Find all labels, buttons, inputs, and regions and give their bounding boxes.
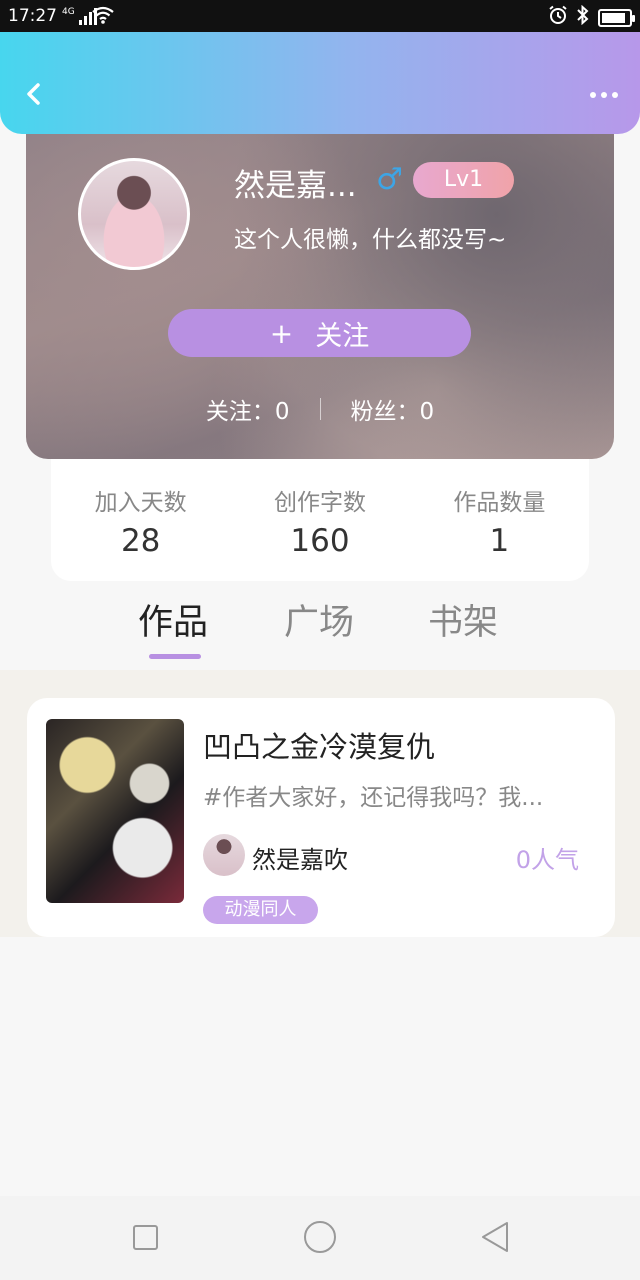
author-avatar: [203, 834, 245, 876]
chevron-left-icon[interactable]: [20, 80, 48, 108]
tab-square[interactable]: 广场: [284, 594, 354, 645]
stat-label: 加入天数: [94, 490, 187, 516]
home-icon[interactable]: [304, 1221, 336, 1253]
tab-works[interactable]: 作品: [138, 594, 208, 645]
bio-text: 这个人很懒，什么都没写~: [234, 227, 507, 253]
author-name: 然是嘉吹: [252, 846, 348, 874]
wifi-icon: [92, 6, 114, 29]
level-badge: Lv1: [413, 162, 514, 198]
follow-counts: 关注：0 粉丝：0: [26, 392, 614, 426]
stat-works-count: 作品数量 1: [410, 459, 589, 581]
stat-word-count: 创作字数 160: [230, 459, 409, 581]
plus-icon: +: [269, 316, 294, 350]
stat-label: 创作字数: [273, 490, 366, 516]
alarm-icon: [548, 5, 568, 30]
nickname: 然是嘉...: [234, 168, 357, 204]
follow-button[interactable]: + 关注: [168, 309, 471, 357]
header-bar: [0, 32, 640, 134]
work-description: #作者大家好，还记得我吗？我...: [203, 785, 544, 811]
follow-button-label: 关注: [315, 320, 370, 352]
divider: [319, 398, 321, 420]
following-count[interactable]: 关注：0: [206, 392, 290, 426]
network-type: 4G: [62, 7, 75, 17]
more-dots-icon[interactable]: [590, 92, 618, 98]
stats-card: 加入天数 28 创作字数 160 作品数量 1: [51, 459, 589, 581]
work-cover-image[interactable]: [46, 719, 184, 903]
work-card[interactable]: 凹凸之金冷漠复仇 #作者大家好，还记得我吗？我... 然是嘉吹 0人气 动漫同人: [27, 698, 615, 937]
work-title: 凹凸之金冷漠复仇: [203, 730, 436, 764]
battery-icon: [598, 8, 635, 27]
stat-value: 160: [290, 523, 350, 559]
followers-count[interactable]: 粉丝：0: [351, 392, 435, 426]
tab-indicator: [149, 654, 201, 659]
stat-join-days: 加入天数 28: [51, 459, 230, 581]
tab-bar: 作品 广场 书架: [0, 594, 640, 670]
profile-card: 然是嘉... ♂ Lv1 这个人很懒，什么都没写~ + 关注 关注：0 粉丝：0: [26, 110, 614, 459]
status-bar: 17:27 4G: [0, 0, 640, 32]
stat-value: 1: [489, 523, 510, 559]
tab-bookshelf[interactable]: 书架: [428, 594, 498, 645]
status-time: 17:27: [8, 6, 57, 26]
bluetooth-icon: [576, 4, 590, 30]
stat-label: 作品数量: [453, 490, 546, 516]
back-icon[interactable]: [480, 1221, 510, 1253]
category-tag[interactable]: 动漫同人: [203, 896, 318, 924]
avatar[interactable]: [78, 158, 190, 270]
recent-apps-icon[interactable]: [133, 1225, 158, 1250]
male-gender-icon: ♂: [376, 162, 403, 197]
system-nav-bar: [0, 1196, 640, 1280]
stat-value: 28: [120, 523, 161, 559]
popularity-count: 0人气: [515, 846, 579, 874]
